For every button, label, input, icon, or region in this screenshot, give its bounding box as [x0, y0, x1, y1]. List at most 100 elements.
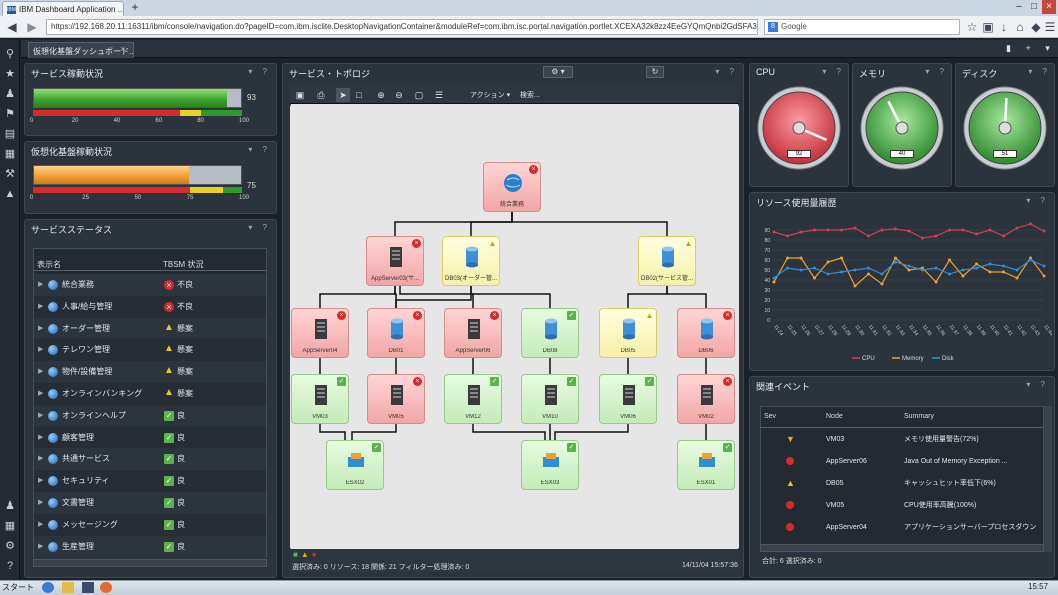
user-icon[interactable]: ♟ — [2, 498, 18, 514]
expand-arrow-icon[interactable]: ▶ — [38, 318, 43, 340]
column-name[interactable]: 表示名 — [37, 259, 61, 270]
panel-menu-icon[interactable]: ▾ ? — [248, 223, 271, 232]
topology-node-esx03[interactable]: ✓ ESX03 — [521, 440, 579, 490]
star-icon[interactable]: ☆ — [964, 19, 980, 35]
bookmark-icon[interactable]: ▣ — [980, 19, 996, 35]
list-item[interactable]: ▶ オンラインバンキング ▲ 懸案 — [34, 383, 266, 405]
topology-node-db01[interactable]: × DB01 — [367, 308, 425, 358]
table-row[interactable]: ▲ DB05 キャッシュヒット率低下(6%) — [762, 473, 1044, 494]
panel-menu-icon[interactable]: ▾ ? — [1026, 196, 1049, 205]
expand-arrow-icon[interactable]: ▶ — [38, 470, 43, 492]
list-item[interactable]: ▶ 物件/設備管理 ▲ 懸案 — [34, 361, 266, 384]
new-tab-button[interactable]: + — [128, 1, 142, 15]
topology-node-vm06[interactable]: ✓ VM06 — [599, 374, 657, 424]
grid-icon[interactable]: ▦ — [2, 518, 18, 534]
action-menu[interactable]: アクション ▾ — [470, 90, 510, 100]
column-node[interactable]: Node — [826, 406, 843, 428]
close-tab-icon[interactable]: × — [120, 44, 125, 54]
expand-arrow-icon[interactable]: ▶ — [38, 405, 43, 427]
url-bar[interactable]: https://192.168.20.11:16311/ibm/console/… — [46, 19, 758, 35]
flag-icon[interactable]: ⚑ — [2, 106, 18, 122]
document-icon[interactable]: ▤ — [2, 126, 18, 142]
list-item[interactable]: ▶ 生産管理 ✓ 良 — [34, 535, 266, 558]
list-item[interactable]: ▶ オンラインヘルプ ✓ 良 — [34, 404, 266, 427]
topology-node-db03[interactable]: ▲ DB03(オーダー管... — [442, 236, 500, 286]
tools-icon[interactable]: ⚒ — [2, 166, 18, 182]
topology-node-vm12[interactable]: ✓ VM12 — [444, 374, 502, 424]
maximize-button[interactable]: □ — [1027, 0, 1041, 14]
table-row[interactable]: ▼ VM03 メモリ使用量警告(72%) — [762, 429, 1044, 450]
start-button[interactable]: スタート — [2, 582, 38, 594]
expand-arrow-icon[interactable]: ▶ — [38, 274, 43, 296]
select-tool-icon[interactable]: ➤ — [336, 88, 350, 102]
topology-node-vm10[interactable]: ✓ VM10 — [521, 374, 579, 424]
chart-icon[interactable]: ▲ — [2, 186, 18, 202]
expand-arrow-icon[interactable]: ▶ — [38, 514, 43, 536]
favorites-icon[interactable]: ★ — [2, 66, 18, 82]
close-window-button[interactable]: × — [1042, 0, 1056, 14]
topology-node-appsrv04[interactable]: × AppServer04 — [291, 308, 349, 358]
horizontal-scrollbar[interactable] — [760, 544, 1044, 552]
back-icon[interactable]: ◀ — [4, 19, 20, 35]
settings-icon[interactable]: ⚙ — [2, 538, 18, 554]
column-sev[interactable]: Sev — [764, 406, 776, 428]
help-icon[interactable]: ? — [2, 558, 18, 574]
topology-view-button[interactable]: ⚙ ▾ — [543, 66, 573, 78]
expand-arrow-icon[interactable]: ▶ — [38, 492, 43, 514]
panel-menu-icon[interactable]: ▾ ? — [715, 67, 738, 76]
column-status[interactable]: TBSM 状況 — [163, 259, 203, 270]
ie-icon[interactable] — [42, 582, 54, 593]
print-icon[interactable]: ⎙ — [314, 88, 328, 102]
list-item[interactable]: ▶ テレワン管理 ▲ 懸案 — [34, 339, 266, 362]
vertical-scrollbar[interactable] — [1044, 406, 1052, 552]
list-item[interactable]: ▶ 共通サービス ✓ 良 — [34, 448, 266, 471]
search-input[interactable]: 8 Google — [764, 19, 960, 35]
expand-arrow-icon[interactable]: ▶ — [38, 296, 43, 318]
terminal-icon[interactable] — [82, 582, 94, 593]
topology-node-vm05[interactable]: × VM05 — [367, 374, 425, 424]
topology-node-appsrv03[interactable]: × AppServer03(サ... — [366, 236, 424, 286]
list-item[interactable]: ▶ 人事/給与管理 × 不良 — [34, 295, 266, 318]
refresh-button[interactable]: ↻ — [646, 66, 664, 78]
save-icon[interactable]: ▣ — [293, 88, 307, 102]
panel-menu-icon[interactable]: ▾ ? — [1028, 67, 1051, 76]
zoom-in-icon[interactable]: ⊕ — [374, 88, 388, 102]
table-row[interactable]: AppServer06 Java Out of Memory Exception … — [762, 451, 1044, 472]
topology-node-db08[interactable]: ✓ DB08 — [521, 308, 579, 358]
browser-tab[interactable]: IBM IBM Dashboard Application ... — [2, 1, 124, 16]
topology-node-esx01[interactable]: ✓ ESX01 — [677, 440, 735, 490]
list-item[interactable]: ▶ メッセージング ✓ 良 — [34, 513, 266, 536]
search-icon[interactable]: ⚲ — [2, 46, 18, 62]
table-row[interactable]: AppServer04 アプリケーションサーバープロセスダウン — [762, 517, 1044, 538]
topology-node-esx02[interactable]: ✓ ESX02 — [326, 440, 384, 490]
topology-node-db05[interactable]: ▲ DB05 — [599, 308, 657, 358]
marquee-icon[interactable]: □ — [352, 88, 366, 102]
download-icon[interactable]: ↓ — [996, 19, 1012, 35]
expand-arrow-icon[interactable]: ▶ — [38, 339, 43, 361]
fit-icon[interactable]: ▢ — [412, 88, 426, 102]
list-item[interactable]: ▶ オーダー管理 ▲ 懸案 — [34, 317, 266, 340]
page-actions-icon[interactable]: ▮ + ▾ — [1006, 43, 1056, 54]
table-row[interactable]: VM05 CPU使用率高騰(100%) — [762, 495, 1044, 516]
layout-icon[interactable]: ☰ — [432, 88, 446, 102]
expand-arrow-icon[interactable]: ▶ — [38, 383, 43, 405]
column-summary[interactable]: Summary — [904, 406, 934, 428]
list-item[interactable]: ▶ 顧客管理 ✓ 良 — [34, 426, 266, 449]
expand-arrow-icon[interactable]: ▶ — [38, 448, 43, 470]
menu-icon[interactable]: ☰ — [1042, 19, 1058, 35]
topology-node-db06[interactable]: × DB06 — [677, 308, 735, 358]
minimize-button[interactable]: – — [1012, 0, 1026, 14]
panel-menu-icon[interactable]: ▾ ? — [248, 145, 271, 154]
panel-menu-icon[interactable]: ▾ ? — [248, 67, 271, 76]
home-icon[interactable]: ⌂ — [1012, 19, 1028, 35]
horizontal-scrollbar[interactable] — [33, 559, 267, 567]
find-button[interactable]: 検索... — [520, 90, 540, 100]
zoom-out-icon[interactable]: ⊖ — [392, 88, 406, 102]
folder-icon[interactable] — [62, 582, 74, 593]
list-item[interactable]: ▶ 文書管理 ✓ 良 — [34, 492, 266, 514]
topology-node-appsrv06[interactable]: × AppServer06 — [444, 308, 502, 358]
expand-arrow-icon[interactable]: ▶ — [38, 361, 43, 383]
forward-icon[interactable]: ▶ — [24, 19, 40, 35]
list-item[interactable]: ▶ 統合業務 × 不良 — [34, 274, 266, 296]
firefox-icon[interactable] — [100, 582, 112, 593]
